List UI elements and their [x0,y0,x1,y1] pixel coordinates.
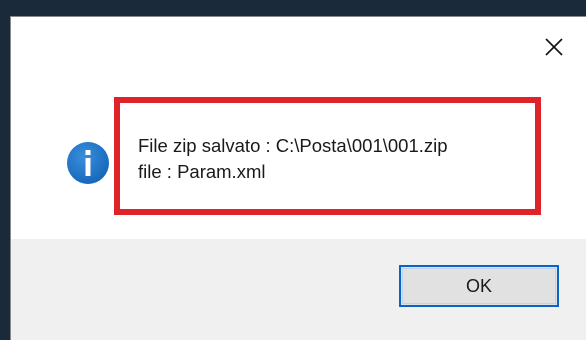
close-button[interactable] [540,33,568,61]
close-icon [545,38,563,56]
message-line-file-name: file : Param.xml [138,161,266,182]
info-icon [66,141,110,185]
dialog-content: File zip salvato : C:\Posta\001\001.zip … [11,17,586,239]
dialog-message: File zip salvato : C:\Posta\001\001.zip … [138,133,448,185]
dialog-footer: OK [11,239,586,340]
message-line-zip-path: File zip salvato : C:\Posta\001\001.zip [138,135,448,156]
message-dialog: File zip salvato : C:\Posta\001\001.zip … [10,16,586,340]
ok-button[interactable]: OK [399,265,559,307]
